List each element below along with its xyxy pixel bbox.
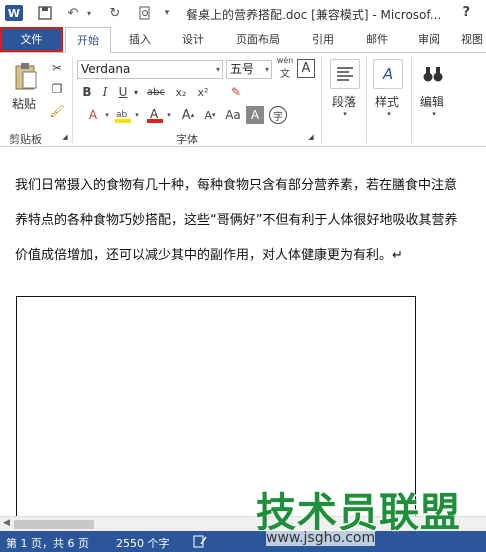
svg-text:A: A [150, 107, 159, 121]
save-icon[interactable] [34, 4, 56, 22]
grow-font-icon[interactable]: A ▴ [179, 106, 197, 124]
underline-icon[interactable]: U [115, 83, 131, 101]
format-painter-icon[interactable]: 🖌 [48, 103, 66, 119]
separator [72, 57, 73, 143]
styles-dropdown-icon[interactable]: ▾ [384, 109, 394, 119]
highlight-dropdown-icon[interactable]: ▾ [133, 106, 141, 124]
word-count[interactable]: 2550 个字 [116, 535, 170, 551]
font-name-dropdown-icon: ▾ [215, 65, 220, 74]
cut-icon[interactable]: ✂ [48, 60, 66, 76]
font-size-dropdown-icon: ▾ [264, 65, 269, 74]
character-border-icon[interactable]: A [297, 59, 315, 78]
font-name-value: Verdana [81, 62, 131, 76]
paragraph-label[interactable]: 段落 [332, 93, 356, 110]
help-button[interactable]: ? [462, 5, 470, 20]
separator [321, 57, 322, 143]
tab-review[interactable]: 审阅 [406, 27, 452, 52]
font-size-select[interactable]: 五号 ▾ [226, 60, 272, 79]
text-effects-icon[interactable]: A [84, 106, 102, 124]
window-title: 餐桌上的营养搭配.doc [兼容模式] - Microsof... [186, 8, 442, 22]
subscript-icon[interactable]: x₂ [172, 83, 190, 101]
tab-page-layout[interactable]: 页面布局 [226, 27, 290, 52]
page-count[interactable]: 第 1 页，共 6 页 [6, 535, 89, 551]
change-case-icon[interactable]: Aa [224, 106, 242, 124]
ribbon: 粘贴 ✂ ❐ 🖌 剪贴板 ◢ Verdana ▾ 五号 ▾ wén 文 A B I… [0, 52, 486, 147]
customize-qat-icon[interactable]: ▾ [160, 4, 174, 22]
strikethrough-icon[interactable]: abc [143, 83, 169, 101]
watermark-url: www.jsgho.com [266, 530, 376, 546]
tab-design[interactable]: 设计 [170, 27, 216, 52]
redo-icon[interactable]: ↻ [104, 4, 126, 22]
svg-text:ab: ab [116, 110, 128, 120]
italic-icon[interactable]: I [97, 83, 113, 101]
title-bar: W ↶ ▾ ↻ ▾ 餐桌上的营养搭配.doc [兼容模式] - Microsof… [0, 0, 486, 27]
document-line[interactable]: 养特点的各种食物巧妙搭配，这些“哥俩好”不但有利于人体很好地吸收其营养 [15, 209, 457, 228]
tab-home[interactable]: 开始 [65, 27, 111, 53]
superscript-icon[interactable]: x² [194, 83, 212, 101]
phonetic-guide-icon[interactable]: wén 文 [275, 56, 295, 80]
editing-label[interactable]: 编辑 [420, 93, 444, 110]
clipboard-launcher-icon[interactable]: ◢ [60, 132, 70, 142]
text-effects-dropdown-icon[interactable]: ▾ [103, 106, 111, 124]
shrink-font-icon[interactable]: A ▾ [201, 106, 219, 124]
underline-dropdown-icon[interactable]: ▾ [131, 83, 141, 101]
tab-mailings[interactable]: 邮件 [354, 27, 400, 52]
word-logo-icon[interactable]: W [5, 5, 23, 21]
separator [366, 57, 367, 143]
print-preview-icon[interactable] [134, 4, 156, 22]
font-size-value: 五号 [230, 62, 255, 76]
enclose-characters-icon[interactable]: 字 [269, 106, 287, 124]
font-group-label: 字体 [176, 133, 198, 146]
tab-view[interactable]: 视图 [458, 27, 486, 52]
document-line[interactable]: 我们日常摄入的食物有几十种，每种食物只含有部分营养素，若在膳食中注意 [15, 174, 457, 193]
editing-dropdown-icon[interactable]: ▾ [429, 109, 439, 119]
undo-dropdown-icon[interactable]: ▾ [84, 4, 94, 22]
highlight-icon[interactable]: ab [113, 105, 133, 125]
tab-file[interactable]: 文件 [0, 27, 63, 52]
tab-references[interactable]: 引用 [300, 27, 346, 52]
font-name-select[interactable]: Verdana ▾ [77, 60, 223, 79]
phonetic-guide-text: wén [276, 56, 294, 65]
styles-label[interactable]: 样式 [375, 93, 399, 110]
character-shading-icon[interactable]: A [246, 106, 264, 124]
styles-icon[interactable]: A [373, 59, 403, 89]
scroll-thumb[interactable] [14, 520, 94, 529]
binoculars-icon[interactable] [418, 59, 448, 89]
font-color-dropdown-icon[interactable]: ▾ [165, 106, 173, 124]
font-launcher-icon[interactable]: ◢ [306, 132, 316, 142]
copy-icon[interactable]: ❐ [48, 81, 66, 97]
ribbon-tabs: 文件 开始 插入 设计 页面布局 引用 邮件 审阅 视图 [0, 27, 486, 53]
separator [411, 57, 412, 143]
document-area[interactable]: 我们日常摄入的食物有几十种，每种食物只含有部分营养素，若在膳食中注意 养特点的各… [0, 147, 486, 517]
clear-formatting-icon[interactable]: ✎ [226, 83, 246, 101]
proofing-icon[interactable] [193, 535, 207, 551]
undo-icon[interactable]: ↶ [62, 4, 84, 22]
scroll-left-icon[interactable]: ◀ [3, 518, 10, 528]
document-line[interactable]: 价值成倍增加，还可以减少其中的副作用，对人体健康更为有利。↵ [15, 244, 403, 263]
tab-insert[interactable]: 插入 [117, 27, 163, 52]
bold-icon[interactable]: B [79, 83, 95, 101]
paste-icon[interactable] [10, 59, 42, 93]
paragraph-icon[interactable] [330, 59, 360, 89]
clipboard-group-label: 剪贴板 [9, 133, 42, 146]
paste-label[interactable]: 粘贴 [12, 95, 36, 112]
paragraph-dropdown-icon[interactable]: ▾ [340, 109, 350, 119]
font-color-icon[interactable]: A [145, 105, 165, 125]
